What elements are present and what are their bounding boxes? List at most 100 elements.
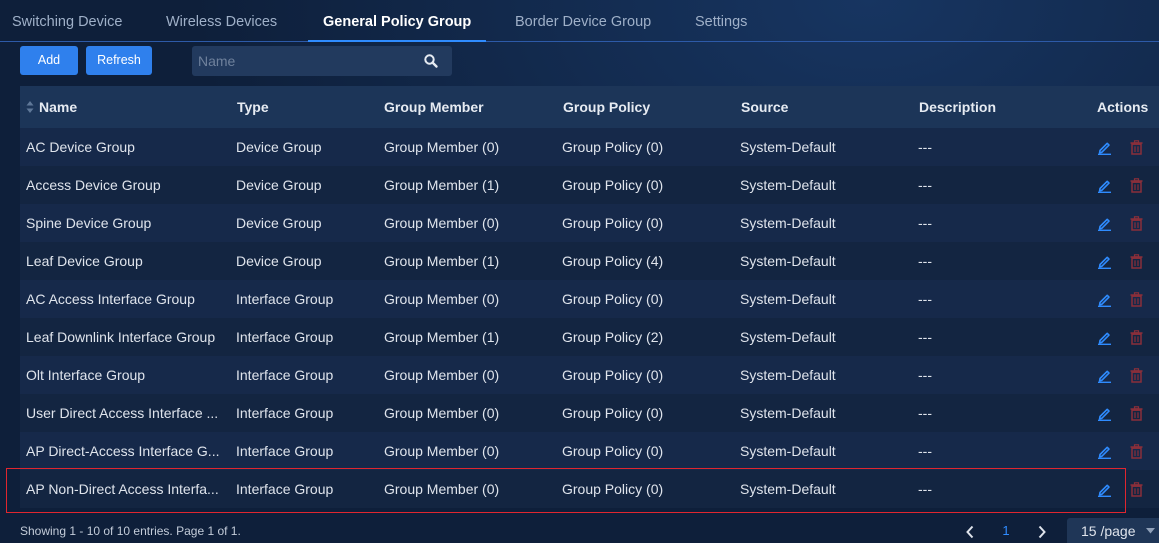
cell-group-policy: Group Policy (0) [562,215,664,231]
cell-source: System-Default [740,253,836,269]
table-header: Name Type Group Member Group Policy Sour… [20,86,1159,128]
column-header-description: Description [919,99,997,115]
cell-source: System-Default [740,177,836,193]
cell-group-policy: Group Policy (0) [562,367,664,383]
cell-group-member: Group Member (0) [384,215,500,231]
chevron-left-icon[interactable] [965,525,975,539]
tab-bar: Switching Device Wireless Devices Genera… [0,0,1159,42]
cell-name: User Direct Access Interface ... [26,405,219,421]
pencil-icon[interactable] [1097,178,1112,193]
cell-description: --- [918,139,932,155]
column-header-actions: Actions [1097,99,1149,115]
tab-border-device-group[interactable]: Border Device Group [515,0,651,41]
cell-name: Leaf Downlink Interface Group [26,329,216,345]
pencil-icon[interactable] [1097,482,1112,497]
pencil-icon[interactable] [1097,292,1112,307]
cell-source: System-Default [740,367,836,383]
cell-source: System-Default [740,329,836,345]
cell-group-member: Group Member (0) [384,405,500,421]
cell-name: Leaf Device Group [26,253,143,269]
pencil-icon[interactable] [1097,444,1112,459]
pencil-icon[interactable] [1097,216,1112,231]
table-row: AC Device Group Device Group Group Member … [20,128,1159,166]
cell-type: Device Group [236,139,322,155]
cell-group-member: Group Member (1) [384,177,500,193]
trash-icon[interactable] [1129,292,1144,307]
cell-name: AP Non-Direct Access Interfa... [26,481,219,497]
cell-source: System-Default [740,405,836,421]
cell-description: --- [918,405,932,421]
trash-icon[interactable] [1129,444,1144,459]
table-row: AP Direct-Access Interface G... Interface… [20,432,1159,470]
page-size-label: 15 /page [1081,523,1136,539]
trash-icon[interactable] [1129,254,1144,269]
cell-type: Device Group [236,177,322,193]
cell-name: Spine Device Group [26,215,152,231]
cell-group-policy: Group Policy (0) [562,481,664,497]
pencil-icon[interactable] [1097,140,1112,155]
pencil-icon[interactable] [1097,330,1112,345]
cell-group-policy: Group Policy (0) [562,177,664,193]
column-header-source: Source [741,99,789,115]
refresh-button[interactable]: Refresh [86,46,152,75]
table-row: Leaf Device Group Device Group Group Membe… [20,242,1159,280]
trash-icon[interactable] [1129,368,1144,383]
cell-name: Access Device Group [26,177,161,193]
table-row: Olt Interface Group Interface Group Group … [20,356,1159,394]
tab-general-policy-group[interactable]: General Policy Group [307,0,487,42]
trash-icon[interactable] [1129,216,1144,231]
pencil-icon[interactable] [1097,368,1112,383]
cell-group-member: Group Member (0) [384,291,500,307]
tab-wireless-devices[interactable]: Wireless Devices [166,0,277,41]
table-row: Access Device Group Device Group Group Mem… [20,166,1159,204]
add-button[interactable]: Add [20,46,78,75]
trash-icon[interactable] [1129,330,1144,345]
tab-settings[interactable]: Settings [695,0,747,41]
cell-group-policy: Group Policy (2) [562,329,664,345]
cell-group-policy: Group Policy (0) [562,443,664,459]
cell-source: System-Default [740,291,836,307]
cell-type: Interface Group [236,367,334,383]
trash-icon[interactable] [1129,178,1144,193]
cell-name: AC Access Interface Group [26,291,195,307]
column-header-name[interactable]: Name [39,86,77,128]
cell-type: Interface Group [236,443,334,459]
table-body: AC Device Group Device Group Group Member … [20,128,1159,508]
trash-icon[interactable] [1129,140,1144,155]
chevron-right-icon[interactable] [1037,525,1047,539]
tab-switching-device[interactable]: Switching Device [12,0,122,41]
trash-icon[interactable] [1129,406,1144,421]
table-row: User Direct Access Interface ... Interfac… [20,394,1159,432]
trash-icon[interactable] [1129,482,1144,497]
cell-type: Interface Group [236,329,334,345]
cell-source: System-Default [740,215,836,231]
page-number[interactable]: 1 [996,523,1016,538]
cell-description: --- [918,443,932,459]
cell-group-policy: Group Policy (4) [562,253,664,269]
policy-group-table: Name Type Group Member Group Policy Sour… [20,86,1159,508]
cell-group-policy: Group Policy (0) [562,139,664,155]
cell-type: Device Group [236,215,322,231]
column-header-group-policy: Group Policy [563,99,651,115]
cell-group-policy: Group Policy (0) [562,405,664,421]
search-box [192,46,452,76]
cell-source: System-Default [740,443,836,459]
table-row: Spine Device Group Device Group Group Memb… [20,204,1159,242]
cell-group-member: Group Member (1) [384,329,500,345]
cell-source: System-Default [740,481,836,497]
cell-source: System-Default [740,139,836,155]
column-header-type: Type [237,99,269,115]
pencil-icon[interactable] [1097,406,1112,421]
search-icon[interactable] [423,53,439,69]
page-size-select[interactable]: 15 /page [1067,518,1159,543]
cell-name: AC Device Group [26,139,135,155]
table-row: AP Non-Direct Access Interfa... Interface… [20,470,1159,508]
pencil-icon[interactable] [1097,254,1112,269]
cell-description: --- [918,215,932,231]
cell-description: --- [918,291,932,307]
search-input[interactable] [192,46,412,76]
column-header-group-member: Group Member [384,99,484,115]
sort-icon[interactable] [26,100,34,114]
cell-group-policy: Group Policy (0) [562,291,664,307]
table-row: AC Access Interface Group Interface Group… [20,280,1159,318]
